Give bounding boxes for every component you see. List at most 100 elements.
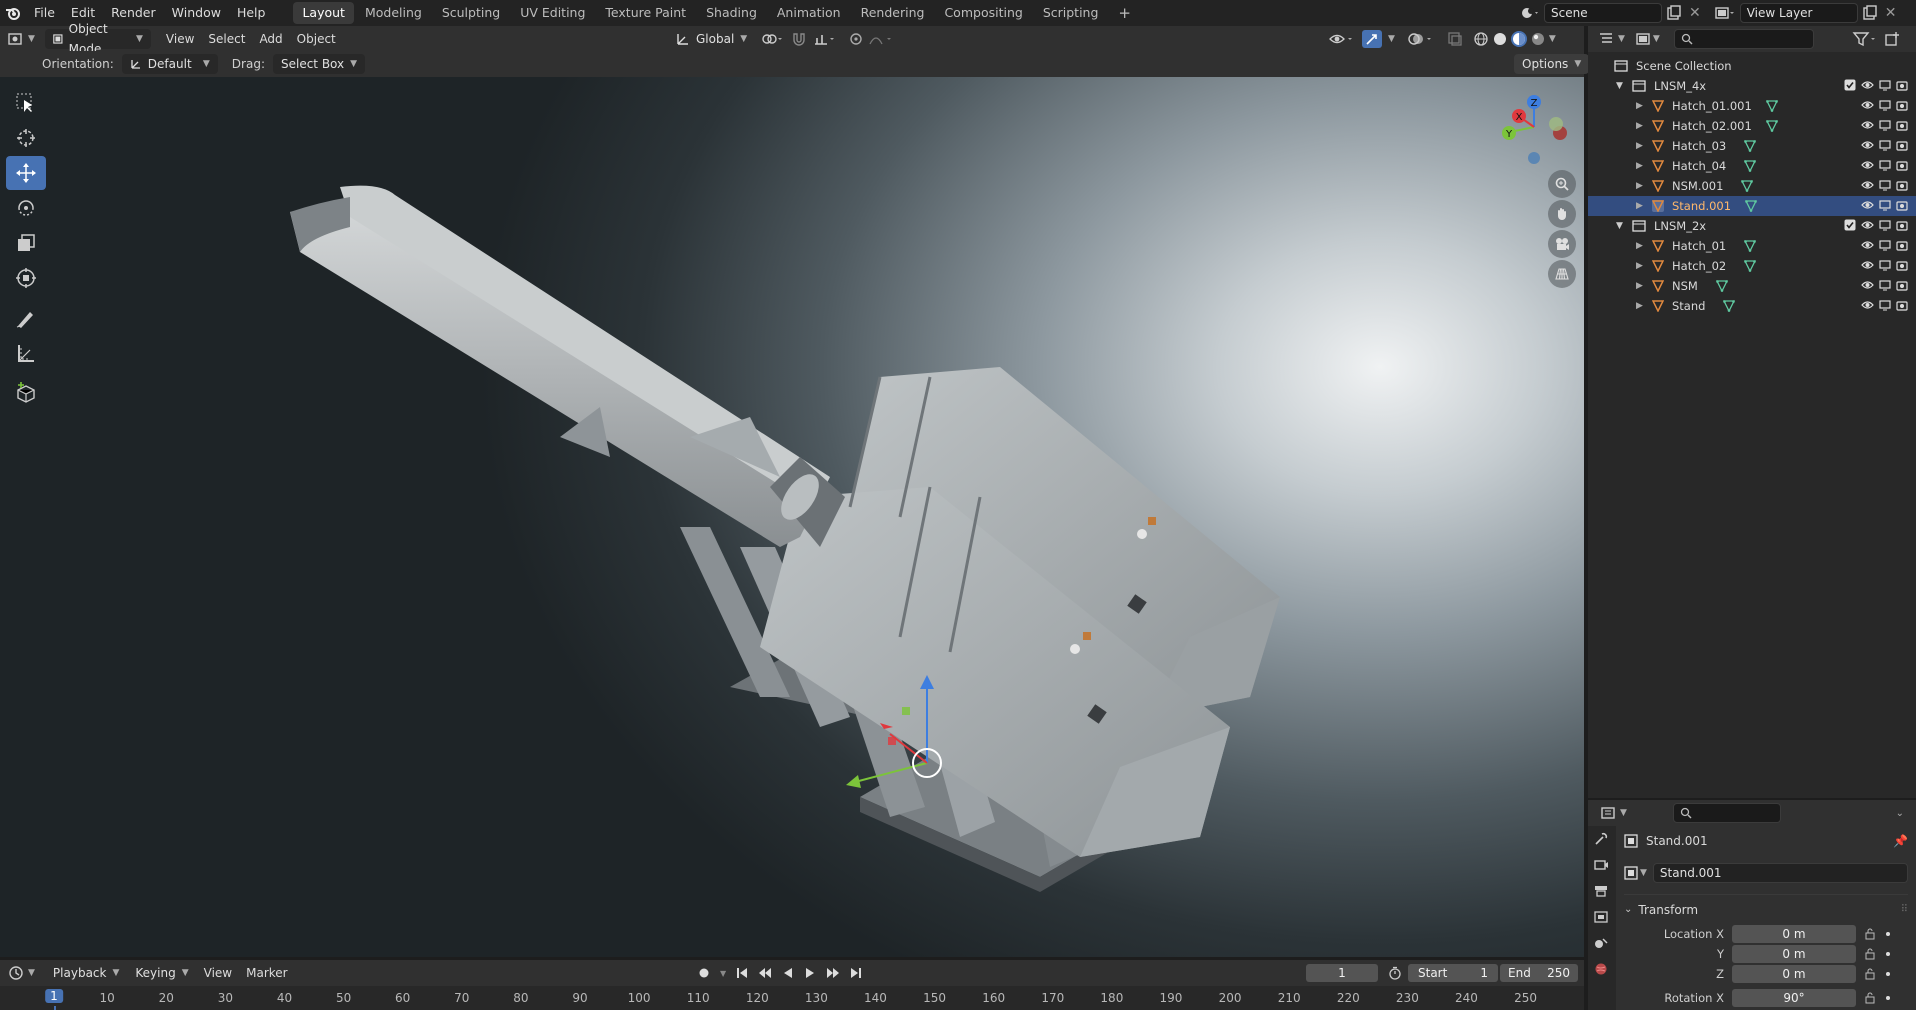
properties-editor-selector[interactable]: ▼ (1600, 805, 1627, 821)
outliner-object-row[interactable]: ▶ Hatch_01 (1588, 236, 1916, 256)
keyframe-dot-icon[interactable] (1886, 932, 1890, 936)
view-layer-field[interactable]: View Layer (1739, 3, 1858, 23)
viewport-toggle-icon[interactable] (1879, 139, 1891, 151)
mesh-data-icon[interactable] (1715, 280, 1728, 292)
navigation-gizmo[interactable]: Z Y X (1496, 87, 1576, 167)
scale-tool-button[interactable] (6, 226, 46, 260)
eye-icon[interactable] (1861, 199, 1874, 211)
render-toggle-icon[interactable] (1896, 239, 1908, 251)
outliner-scene-collection[interactable]: Scene Collection (1588, 56, 1916, 76)
viewport-toggle-icon[interactable] (1879, 179, 1891, 191)
end-frame-field[interactable]: End 250 (1500, 964, 1578, 982)
annotate-tool-button[interactable] (6, 301, 46, 335)
display-mode-selector[interactable]: ▼ (1635, 31, 1660, 47)
lock-icon[interactable] (1864, 928, 1876, 940)
menu-select[interactable]: Select (201, 29, 252, 49)
new-collection-icon[interactable] (1884, 31, 1900, 47)
jump-end-icon[interactable] (850, 967, 862, 979)
scene-name-field[interactable]: Scene (1544, 3, 1662, 23)
cursor-tool-button[interactable] (6, 121, 46, 155)
gizmo-toggle-icon[interactable] (1362, 29, 1382, 48)
outliner-object-row[interactable]: ▶ Hatch_04 (1588, 156, 1916, 176)
render-settings-tab[interactable] (1588, 852, 1614, 878)
tab-shading[interactable]: Shading (697, 2, 766, 24)
eye-icon[interactable] (1861, 99, 1874, 111)
transform-panel-header[interactable]: ⌄ Transform ⠿ (1624, 894, 1908, 918)
outliner-object-row[interactable]: ▶ Hatch_03 (1588, 136, 1916, 156)
delete-view-layer-icon[interactable]: ✕ (1882, 5, 1900, 21)
tab-layout[interactable]: Layout (293, 2, 354, 24)
mesh-data-icon[interactable] (1744, 240, 1757, 252)
next-keyframe-icon[interactable] (826, 967, 840, 979)
expand-arrow-icon[interactable]: ▶ (1636, 101, 1652, 111)
camera-view-icon[interactable] (1548, 230, 1576, 258)
playback-menu[interactable]: Playback ▼ (45, 963, 127, 983)
eye-icon[interactable] (1861, 279, 1874, 291)
snap-target-icon[interactable] (813, 31, 837, 47)
outliner-object-row[interactable]: ▶ Hatch_02.001 (1588, 116, 1916, 136)
expand-arrow-icon[interactable]: ▶ (1636, 201, 1652, 211)
viewport-toggle-icon[interactable] (1879, 279, 1891, 291)
world-tab[interactable] (1588, 956, 1614, 982)
new-scene-icon[interactable] (1666, 5, 1682, 21)
expand-arrow-icon[interactable]: ▶ (1636, 301, 1652, 311)
viewport-toggle-icon[interactable] (1879, 99, 1891, 111)
overlays-icon[interactable] (1407, 31, 1435, 47)
viewport-toggle-icon[interactable] (1879, 159, 1891, 171)
start-frame-field[interactable]: Start 1 (1408, 964, 1498, 982)
3d-viewport[interactable]: Z Y X (0, 77, 1584, 957)
menu-marker[interactable]: Marker (239, 963, 294, 983)
solid-shading-icon[interactable] (1492, 31, 1508, 47)
tab-sculpting[interactable]: Sculpting (433, 2, 509, 24)
menu-view[interactable]: View (159, 29, 201, 49)
mesh-data-icon[interactable] (1744, 140, 1757, 152)
mesh-data-icon[interactable] (1765, 100, 1778, 112)
expand-arrow-icon[interactable]: ▶ (1636, 181, 1652, 191)
mesh-data-icon[interactable] (1744, 260, 1757, 272)
exclude-checkbox[interactable] (1844, 219, 1856, 231)
menu-window[interactable]: Window (164, 0, 229, 26)
measure-tool-button[interactable] (6, 336, 46, 370)
wireframe-shading-icon[interactable] (1473, 31, 1489, 47)
render-toggle-icon[interactable] (1896, 99, 1908, 111)
viewport-toggle-icon[interactable] (1879, 299, 1891, 311)
lock-icon[interactable] (1864, 992, 1876, 1004)
expand-arrow-icon[interactable]: ▶ (1636, 241, 1652, 251)
scene-tab[interactable] (1588, 930, 1614, 956)
stopwatch-icon[interactable] (1388, 966, 1402, 980)
chevron-down-icon[interactable]: ▼ (720, 969, 726, 978)
render-toggle-icon[interactable] (1896, 219, 1908, 231)
menu-help[interactable]: Help (229, 0, 274, 26)
expand-arrow-icon[interactable]: ▼ (1616, 221, 1632, 231)
transform-orientation-dropdown[interactable]: Global ▼ (668, 29, 755, 49)
outliner-search-input[interactable] (1673, 29, 1814, 49)
eye-icon[interactable] (1861, 139, 1874, 151)
play-reverse-icon[interactable] (782, 967, 794, 979)
tab-rendering[interactable]: Rendering (852, 2, 934, 24)
view-layer-tab[interactable] (1588, 904, 1614, 930)
perspective-grid-icon[interactable] (1548, 260, 1576, 288)
blender-logo-icon[interactable] (0, 5, 26, 21)
proportional-edit-icon[interactable] (849, 32, 863, 46)
keyframe-dot-icon[interactable] (1886, 972, 1890, 976)
menu-view[interactable]: View (197, 963, 239, 983)
render-toggle-icon[interactable] (1896, 279, 1908, 291)
eye-icon[interactable] (1861, 259, 1874, 271)
menu-file[interactable]: File (26, 0, 63, 26)
expand-arrow-icon[interactable]: ▶ (1636, 281, 1652, 291)
outliner-object-row[interactable]: ▶ Stand (1588, 296, 1916, 316)
tab-texture-paint[interactable]: Texture Paint (596, 2, 695, 24)
eye-icon[interactable] (1861, 119, 1874, 131)
exclude-checkbox[interactable] (1844, 79, 1856, 91)
object-type-selector[interactable]: ▼ (1624, 866, 1647, 880)
tab-animation[interactable]: Animation (768, 2, 850, 24)
expand-arrow-icon[interactable]: ▶ (1636, 141, 1652, 151)
view-layer-icon[interactable] (1714, 5, 1736, 21)
keying-menu[interactable]: Keying ▼ (127, 963, 196, 983)
render-toggle-icon[interactable] (1896, 159, 1908, 171)
outliner-collection[interactable]: ▼ LNSM_2x (1588, 216, 1916, 236)
render-toggle-icon[interactable] (1896, 139, 1908, 151)
scene-icon[interactable] (1520, 4, 1540, 22)
keyframe-dot-icon[interactable] (1886, 952, 1890, 956)
mode-dropdown[interactable]: Object Mode ▼ (44, 22, 151, 56)
